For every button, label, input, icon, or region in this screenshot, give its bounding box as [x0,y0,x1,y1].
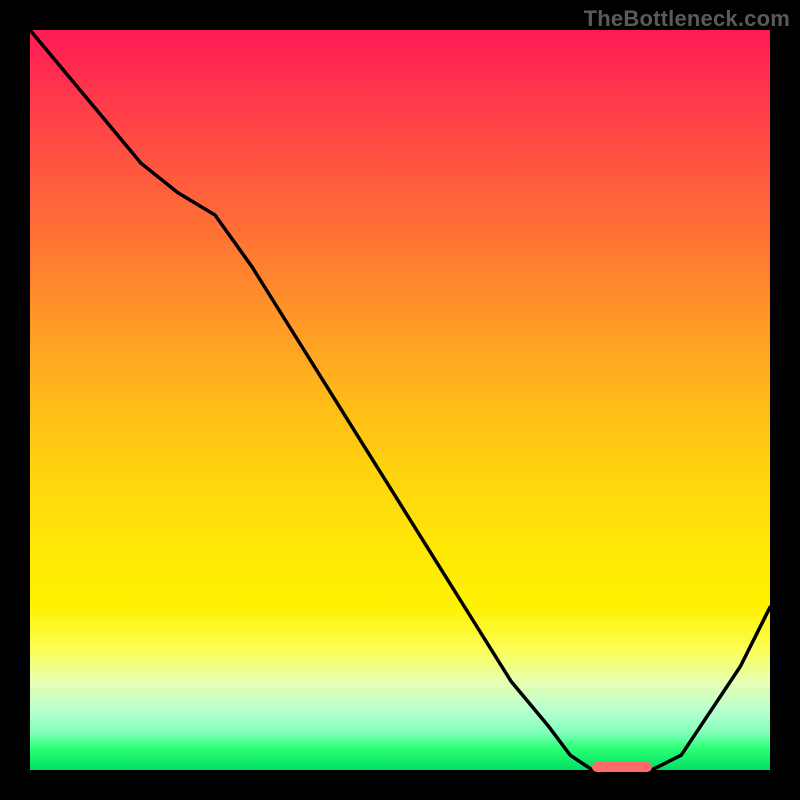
watermark-text: TheBottleneck.com [584,6,790,32]
chart-frame: TheBottleneck.com [0,0,800,800]
plot-area [30,30,770,770]
bottleneck-curve [30,30,770,770]
optimal-range-marker [592,762,651,772]
